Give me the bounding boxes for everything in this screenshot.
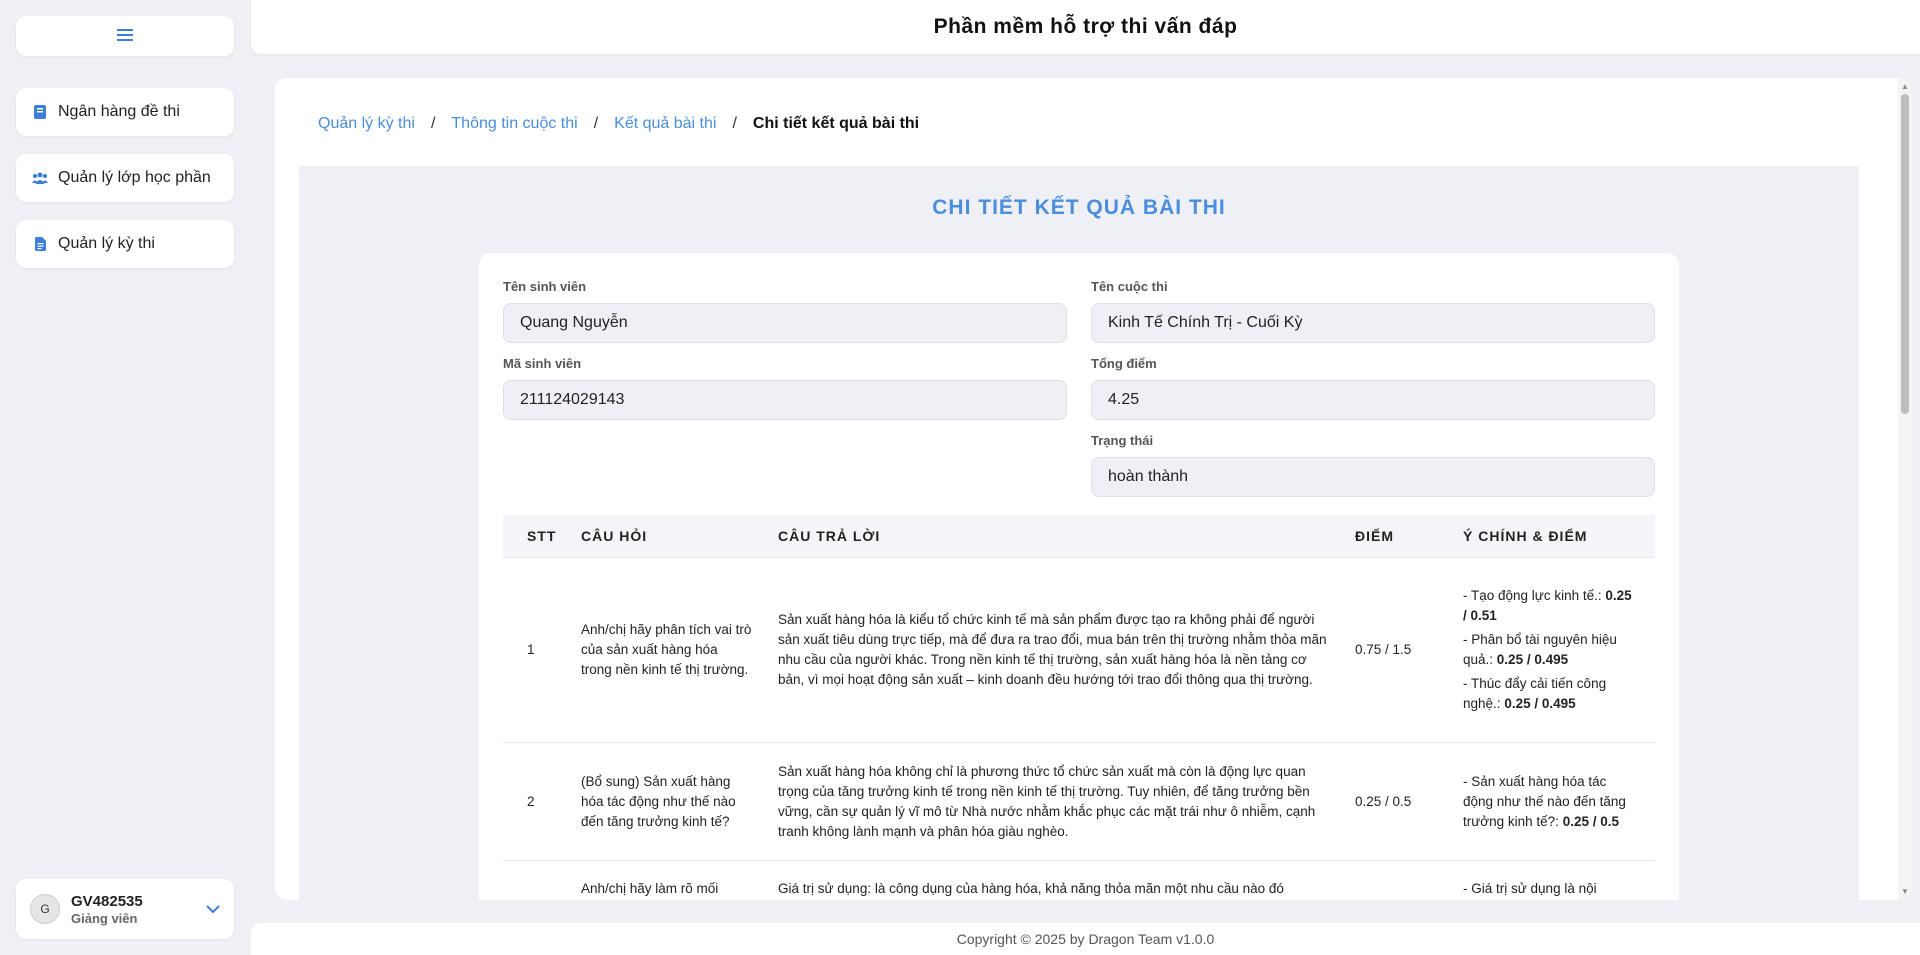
user-card[interactable]: G GV482535 Giảng viên [16,879,234,939]
breadcrumb: Quản lý kỳ thi / Thông tin cuộc thi / Kế… [299,102,1859,146]
user-role: Giảng viên [71,910,138,926]
key-point-text: - Tạo động lực kinh tế.: [1463,588,1602,603]
results-table: STT CÂU HỎI CÂU TRẢ LỜI ĐIỂM Ý CHÍNH & Đ… [503,515,1655,900]
exam-name-field: Tên cuộc thi Kinh Tế Chính Trị - Cuối Kỳ [1091,279,1655,343]
cell-stt: 1 [527,642,535,657]
sidebar: Ngân hàng đề thi Quản lý lớp học phần Qu… [0,0,250,955]
key-point: - Giá trị sử dụng là nội [1463,879,1635,899]
key-point-text: - Giá trị sử dụng là nội [1463,881,1597,896]
top-header: Phần mềm hỗ trợ thi vấn đáp [251,0,1920,54]
column-header-key-points: Ý CHÍNH & ĐIỂM [1463,528,1588,544]
exam-name-label: Tên cuộc thi [1091,279,1168,294]
cell-key-points: - Tạo động lực kinh tế.: 0.25 / 0.51 - P… [1463,582,1655,718]
student-id-label: Mã sinh viên [503,356,582,371]
sidebar-item-question-bank[interactable]: Ngân hàng đề thi [16,88,234,136]
avatar: G [30,894,60,924]
user-id: GV482535 [71,892,143,910]
chevron-down-icon[interactable] [206,901,220,917]
cell-question: (Bổ sung) Sản xuất hàng hóa tác động như… [581,773,736,829]
cell-key-points: - Sản xuất hàng hóa tác động như thế nào… [1463,768,1655,836]
breadcrumb-link-exam-results[interactable]: Kết quả bài thi [614,115,716,133]
key-point-score: 0.25 / 0.495 [1496,652,1569,667]
column-header-answer: CÂU TRẢ LỜI [778,528,881,544]
student-id-field: Mã sinh viên 211124029143 [503,356,1067,420]
breadcrumb-link-exam-info[interactable]: Thông tin cuộc thi [451,115,577,133]
footer: Copyright © 2025 by Dragon Team v1.0.0 [251,923,1920,955]
column-header-stt: STT [527,528,557,544]
hamburger-icon[interactable] [117,25,133,48]
key-point-score: 0.25 / 0.495 [1504,696,1576,711]
total-score-field: Tổng điểm 4.25 [1091,356,1655,420]
cell-stt: 2 [527,793,535,809]
total-score-input[interactable]: 4.25 [1091,380,1655,420]
student-id-input[interactable]: 211124029143 [503,380,1067,420]
scrollbar-thumb[interactable] [1901,94,1909,414]
key-point: - Sản xuất hàng hóa tác động như thế nào… [1463,772,1635,832]
student-name-label: Tên sinh viên [503,279,587,294]
main-panel: Quản lý kỳ thi / Thông tin cuộc thi / Kế… [275,78,1912,900]
exam-name-input[interactable]: Kinh Tế Chính Trị - Cuối Kỳ [1091,303,1655,343]
table-row: 1 Anh/chị hãy phân tích vai trò của sản … [503,557,1655,742]
scrollbar[interactable]: ▲ ▼ [1898,78,1912,900]
breadcrumb-separator: / [430,115,436,132]
student-name-field: Tên sinh viên Quang Nguyễn [503,279,1067,343]
cell-answer: Giá trị sử dụng: là công dụng của hàng h… [778,881,1284,896]
scroll-down-icon[interactable]: ▼ [1901,887,1909,896]
table-row: Anh/chị hãy làm rõ mối Giá trị sử dụng: … [503,860,1655,900]
key-point: - Tạo động lực kinh tế.: 0.25 / 0.51 [1463,586,1635,626]
status-input[interactable]: hoàn thành [1091,457,1655,497]
cell-answer: Sản xuất hàng hóa là kiểu tổ chức kinh t… [778,612,1327,687]
breadcrumb-separator: / [593,115,599,132]
cell-score: 0.25 / 0.5 [1355,793,1412,809]
breadcrumb-current: Chi tiết kết quả bài thi [752,115,920,132]
total-score-label: Tổng điểm [1091,356,1157,371]
cell-question: Anh/chị hãy làm rõ mối [581,881,719,896]
table-header: STT CÂU HỎI CÂU TRẢ LỜI ĐIỂM Ý CHÍNH & Đ… [503,515,1655,557]
column-header-question: CÂU HỎI [581,528,648,544]
scroll-up-icon[interactable]: ▲ [1901,82,1909,91]
sidebar-item-label: Quản lý kỳ thi [58,235,155,252]
result-detail-card: Tên sinh viên Quang Nguyễn Tên cuộc thi … [479,253,1679,900]
sidebar-item-label: Quản lý lớp học phần [58,169,211,186]
column-header-score: ĐIỂM [1355,528,1394,544]
users-icon [32,170,48,186]
breadcrumb-separator: / [732,115,737,132]
cell-key-points: - Giá trị sử dụng là nội [1463,879,1655,900]
cell-question: Anh/chị hãy phân tích vai trò của sản xu… [581,622,752,677]
document-icon [32,236,48,252]
copyright-text: Copyright © 2025 by Dragon Team v1.0.0 [956,931,1215,947]
table-row: 2 (Bổ sung) Sản xuất hàng hóa tác động n… [503,742,1655,860]
sidebar-item-exam-management[interactable]: Quản lý kỳ thi [16,220,234,268]
app-title: Phần mềm hỗ trợ thi vấn đáp [933,15,1238,38]
cell-score: 0.75 / 1.5 [1355,642,1412,657]
key-point-score: 0.25 / 0.5 [1562,813,1619,829]
breadcrumb-link-exam-management[interactable]: Quản lý kỳ thi [318,115,415,133]
cell-answer: Sản xuất hàng hóa không chỉ là phương th… [778,763,1316,839]
student-name-input[interactable]: Quang Nguyễn [503,303,1067,343]
menu-toggle-button[interactable] [16,16,234,56]
sidebar-item-label: Ngân hàng đề thi [58,103,180,120]
key-point: - Phân bổ tài nguyên hiệu quả.: 0.25 / 0… [1463,630,1635,670]
status-label: Trạng thái [1091,433,1154,448]
key-point: - Thúc đẩy cải tiến công nghệ.: 0.25 / 0… [1463,674,1635,714]
status-field: Trạng thái hoàn thành [1091,433,1655,497]
content-area: CHI TIẾT KẾT QUẢ BÀI THI Tên sinh viên Q… [299,166,1859,900]
sidebar-item-class-management[interactable]: Quản lý lớp học phần [16,154,234,202]
book-icon [32,104,48,120]
page-title: CHI TIẾT KẾT QUẢ BÀI THI [932,196,1226,219]
